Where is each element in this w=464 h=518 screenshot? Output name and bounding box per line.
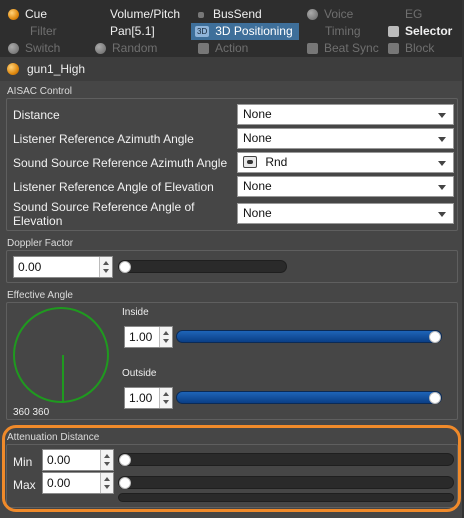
spin-buttons[interactable] bbox=[99, 257, 112, 277]
inside-input[interactable]: 1.00 bbox=[124, 326, 173, 348]
spin-up-icon[interactable] bbox=[163, 392, 169, 396]
orange-circle-icon bbox=[8, 9, 19, 20]
doppler-factor-slider[interactable] bbox=[118, 260, 287, 273]
chevron-down-icon bbox=[438, 113, 446, 118]
tab-voice[interactable]: Voice bbox=[307, 6, 387, 23]
listener-elevation-label: Listener Reference Angle of Elevation bbox=[13, 180, 214, 194]
spin-down-icon[interactable] bbox=[103, 269, 109, 273]
object-name: gun1_High bbox=[27, 62, 86, 76]
tab-pan[interactable]: Pan[5.1] bbox=[110, 23, 190, 40]
tab-eg[interactable]: EG bbox=[405, 6, 445, 23]
tab-timing[interactable]: Timing bbox=[325, 23, 385, 40]
selector-icon bbox=[388, 26, 399, 37]
aisac-icon bbox=[243, 156, 257, 168]
source-azimuth-select[interactable]: Rnd bbox=[237, 152, 454, 173]
attenuation-max-slider[interactable] bbox=[118, 476, 454, 489]
attenuation-min-slider[interactable] bbox=[118, 453, 454, 466]
listener-elevation-select[interactable]: None bbox=[237, 176, 454, 197]
tab-volume-pitch[interactable]: Volume/Pitch bbox=[110, 6, 190, 23]
chevron-down-icon bbox=[438, 137, 446, 142]
aisac-control-title: AISAC Control bbox=[7, 86, 73, 97]
doppler-factor-title: Doppler Factor bbox=[7, 238, 74, 249]
spin-buttons[interactable] bbox=[159, 388, 172, 408]
small-square-icon bbox=[198, 11, 204, 18]
tab-bussend[interactable]: BusSend bbox=[198, 6, 298, 23]
spin-up-icon[interactable] bbox=[104, 477, 110, 481]
slider-handle[interactable] bbox=[119, 454, 131, 466]
random-icon bbox=[95, 43, 106, 54]
cue-object-icon bbox=[7, 63, 19, 75]
attenuation-max-input[interactable]: 0.00 bbox=[42, 472, 114, 494]
3d-icon: 3D bbox=[195, 26, 210, 37]
tab-cue[interactable]: Cue bbox=[8, 6, 86, 23]
tab-action[interactable]: Action bbox=[198, 40, 298, 57]
spin-buttons[interactable] bbox=[159, 327, 172, 347]
effective-angle-values: 360 360 bbox=[13, 407, 50, 418]
source-azimuth-label: Sound Source Reference Azimuth Angle bbox=[13, 156, 228, 170]
listener-azimuth-label: Listener Reference Azimuth Angle bbox=[13, 132, 194, 146]
block-icon bbox=[388, 43, 399, 54]
chevron-down-icon bbox=[438, 185, 446, 190]
spin-down-icon[interactable] bbox=[163, 339, 169, 343]
outside-label: Outside bbox=[122, 368, 157, 379]
source-elevation-select[interactable]: None bbox=[237, 203, 454, 224]
effective-angle-title: Effective Angle bbox=[7, 290, 73, 301]
source-elevation-label: Sound Source Reference Angle of Elevatio… bbox=[13, 200, 195, 228]
listener-azimuth-select[interactable]: None bbox=[237, 128, 454, 149]
tab-selector[interactable]: Selector bbox=[388, 23, 458, 40]
slider-handle[interactable] bbox=[429, 331, 441, 343]
max-label: Max bbox=[13, 478, 36, 492]
outside-input[interactable]: 1.00 bbox=[124, 387, 173, 409]
slider-handle[interactable] bbox=[119, 477, 131, 489]
spin-down-icon[interactable] bbox=[163, 400, 169, 404]
spin-up-icon[interactable] bbox=[104, 454, 110, 458]
chevron-down-icon bbox=[438, 161, 446, 166]
doppler-factor-input[interactable]: 0.00 bbox=[13, 256, 113, 278]
spin-buttons[interactable] bbox=[100, 450, 113, 470]
tab-block[interactable]: Block bbox=[388, 40, 458, 57]
spin-down-icon[interactable] bbox=[104, 462, 110, 466]
grey-circle-icon bbox=[307, 9, 318, 20]
attenuation-min-input[interactable]: 0.00 bbox=[42, 449, 114, 471]
spin-buttons[interactable] bbox=[100, 473, 113, 493]
inside-slider[interactable] bbox=[176, 330, 442, 343]
spin-up-icon[interactable] bbox=[163, 331, 169, 335]
aisac-distance-select[interactable]: None bbox=[237, 104, 454, 125]
tab-random[interactable]: Random bbox=[95, 40, 190, 57]
min-label: Min bbox=[13, 455, 33, 469]
spin-up-icon[interactable] bbox=[103, 261, 109, 265]
3d-positioning-panel: Cue Volume/Pitch BusSend Voice EG Filter bbox=[0, 0, 464, 518]
switch-icon bbox=[8, 43, 19, 54]
effective-angle-circle bbox=[13, 307, 109, 403]
inside-label: Inside bbox=[122, 307, 149, 318]
tab-filter[interactable]: Filter bbox=[30, 23, 86, 40]
aisac-distance-label: Distance bbox=[13, 108, 60, 122]
slider-handle[interactable] bbox=[119, 261, 131, 273]
tab-3d-positioning[interactable]: 3D 3D Positioning bbox=[191, 23, 299, 40]
chevron-down-icon bbox=[438, 212, 446, 217]
attenuation-range-bar[interactable] bbox=[118, 493, 454, 502]
spin-down-icon[interactable] bbox=[104, 485, 110, 489]
slider-handle[interactable] bbox=[429, 392, 441, 404]
outside-slider[interactable] bbox=[176, 391, 442, 404]
action-icon bbox=[198, 43, 209, 54]
attenuation-distance-title: Attenuation Distance bbox=[7, 432, 100, 443]
effective-angle-needle bbox=[62, 355, 64, 403]
tab-bar: Cue Volume/Pitch BusSend Voice EG Filter bbox=[0, 0, 462, 57]
beat-sync-icon bbox=[307, 43, 318, 54]
object-header: gun1_High bbox=[0, 57, 462, 81]
tab-switch[interactable]: Switch bbox=[8, 40, 86, 57]
tab-beat-sync[interactable]: Beat Sync bbox=[307, 40, 387, 57]
